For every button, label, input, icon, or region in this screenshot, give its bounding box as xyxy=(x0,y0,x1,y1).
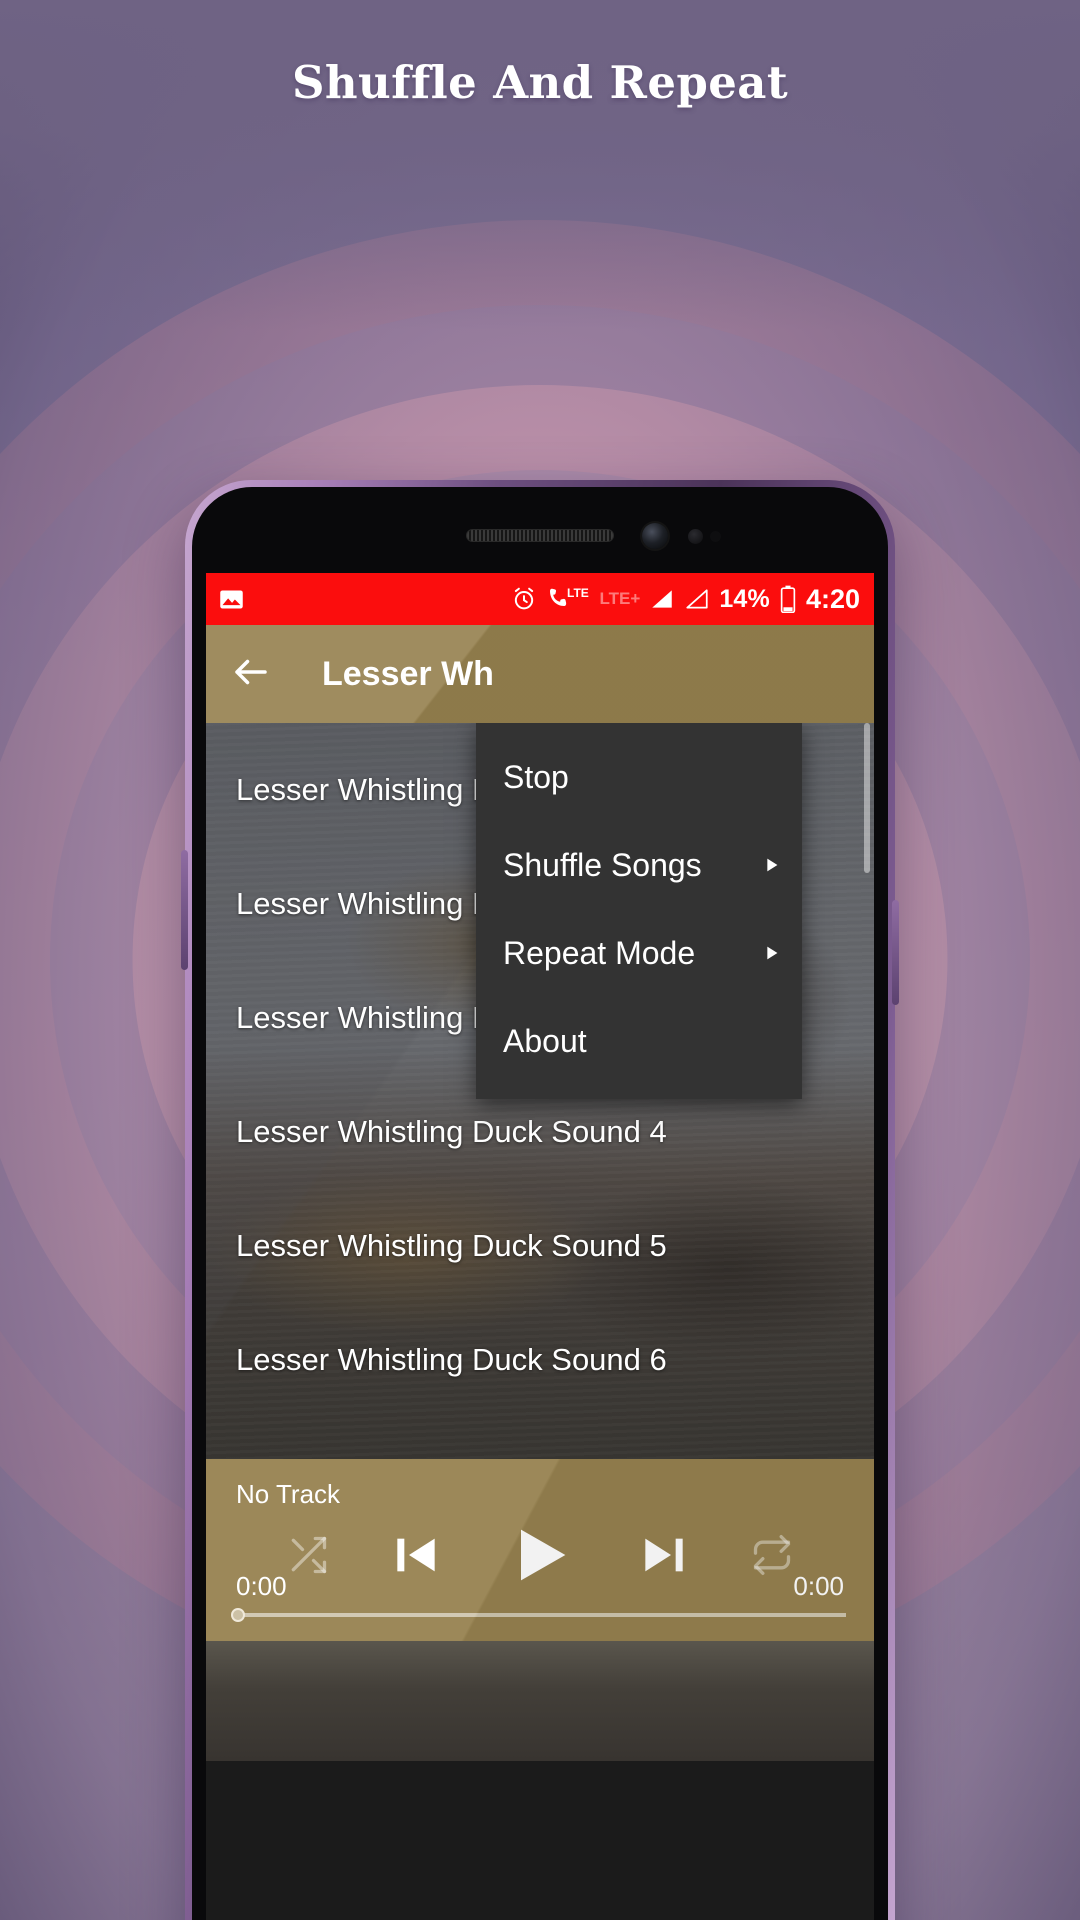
list-item-label: Lesser Whistling Duck Sound 4 xyxy=(236,1114,667,1149)
bottom-photo-strip xyxy=(206,1641,874,1761)
overflow-menu[interactable]: Stop Shuffle Songs Repeat Mode About xyxy=(476,723,802,1099)
earpiece-speaker xyxy=(466,529,614,542)
player-elapsed-time: 0:00 xyxy=(236,1571,287,1601)
iris-sensor xyxy=(710,531,721,542)
chevron-right-icon xyxy=(760,847,782,884)
player-seek-bar[interactable] xyxy=(231,1608,846,1622)
menu-item[interactable]: Repeat Mode xyxy=(476,909,802,997)
player-bar: No Track 0:00 0:00 xyxy=(206,1459,874,1641)
song-list-container: Lesser Whistling Duck Sound 1 Lesser Whis… xyxy=(206,723,874,1459)
battery-percent-label: 14% xyxy=(719,584,770,613)
list-item-label: Lesser Whistling Duck Sound 5 xyxy=(236,1228,667,1263)
menu-item[interactable]: About xyxy=(476,997,802,1085)
player-seek-thumb[interactable] xyxy=(231,1608,245,1622)
background-top-fade xyxy=(0,0,1080,330)
status-bar: LTE LTE+ 14% 4:20 xyxy=(206,573,874,625)
next-icon[interactable] xyxy=(636,1527,692,1588)
signal-empty-icon xyxy=(684,586,710,612)
repeat-icon[interactable] xyxy=(750,1533,794,1582)
battery-icon xyxy=(779,585,797,613)
player-controls xyxy=(206,1517,874,1598)
player-track-title: No Track xyxy=(236,1479,341,1509)
arrow-left-icon[interactable] xyxy=(230,651,272,698)
proximity-sensor xyxy=(688,529,703,544)
status-bar-right: LTE LTE+ 14% 4:20 xyxy=(510,584,860,615)
alarm-icon xyxy=(510,585,538,613)
menu-item[interactable]: Stop xyxy=(476,733,802,821)
menu-item-label: About xyxy=(503,1022,587,1059)
menu-item-label: Repeat Mode xyxy=(503,934,696,971)
menu-item-label: Shuffle Songs xyxy=(503,846,702,883)
list-item[interactable]: Lesser Whistling Duck Sound 6 xyxy=(206,1303,874,1417)
svg-text:LTE: LTE xyxy=(567,586,589,600)
page-title: Shuffle And Repeat xyxy=(291,56,789,109)
lte-plus-label: LTE+ xyxy=(599,589,641,608)
chevron-right-icon xyxy=(760,935,782,972)
list-item-label: Lesser Whistling Duck Sound 6 xyxy=(236,1342,667,1377)
phone-screen: LTE LTE+ 14% 4:20 Lesser Wh Lesser Whist… xyxy=(206,573,874,1920)
power-button[interactable] xyxy=(892,900,899,1005)
shuffle-icon[interactable] xyxy=(286,1533,330,1582)
menu-item-label: Stop xyxy=(503,758,569,795)
app-bar-title: Lesser Wh xyxy=(322,654,494,693)
status-bar-left xyxy=(218,586,245,613)
phone-lte-icon: LTE xyxy=(547,585,591,613)
play-icon[interactable] xyxy=(502,1517,578,1598)
signal-full-icon xyxy=(649,586,675,612)
volume-button[interactable] xyxy=(181,850,188,970)
previous-icon[interactable] xyxy=(388,1527,444,1588)
clock-label: 4:20 xyxy=(805,583,860,614)
phone-mockup: LTE LTE+ 14% 4:20 Lesser Wh Lesser Whist… xyxy=(181,480,899,1920)
menu-item[interactable]: Shuffle Songs xyxy=(476,821,802,909)
scrollbar[interactable] xyxy=(864,723,870,873)
image-icon xyxy=(218,586,245,613)
player-total-time: 0:00 xyxy=(793,1571,844,1601)
phone-bezel: LTE LTE+ 14% 4:20 Lesser Wh Lesser Whist… xyxy=(192,487,888,1920)
list-item[interactable]: Lesser Whistling Duck Sound 5 xyxy=(206,1189,874,1303)
app-bar: Lesser Wh xyxy=(206,625,874,723)
front-camera xyxy=(642,523,668,549)
